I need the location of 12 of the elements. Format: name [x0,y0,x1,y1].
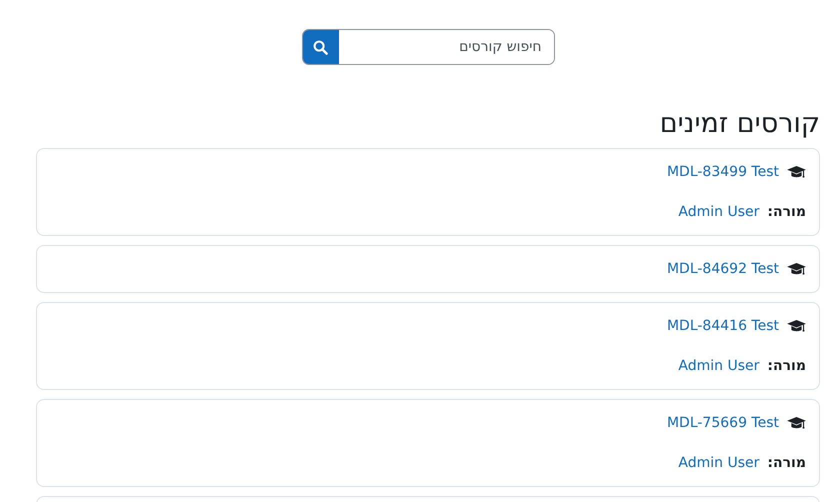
teacher-label: מורה: [767,454,806,473]
search-field[interactable]: חיפוש קורסים [302,29,554,65]
course-link[interactable]: MDL-83499 Test [666,161,779,183]
teacher-label: מורה: [767,203,806,222]
teacher-link[interactable]: Admin User [678,355,760,377]
course-link[interactable]: MDL-84416 Test [666,315,779,337]
section-heading: קורסים זמינים [658,107,820,141]
course-link[interactable]: MDL-75669 Test [666,412,779,434]
teacher-label: מורה: [767,357,806,376]
course-link[interactable]: MDL-84692 Test [666,258,779,280]
teacher-link[interactable]: Admin User [678,201,760,223]
teacher-link[interactable]: Admin User [678,452,760,474]
